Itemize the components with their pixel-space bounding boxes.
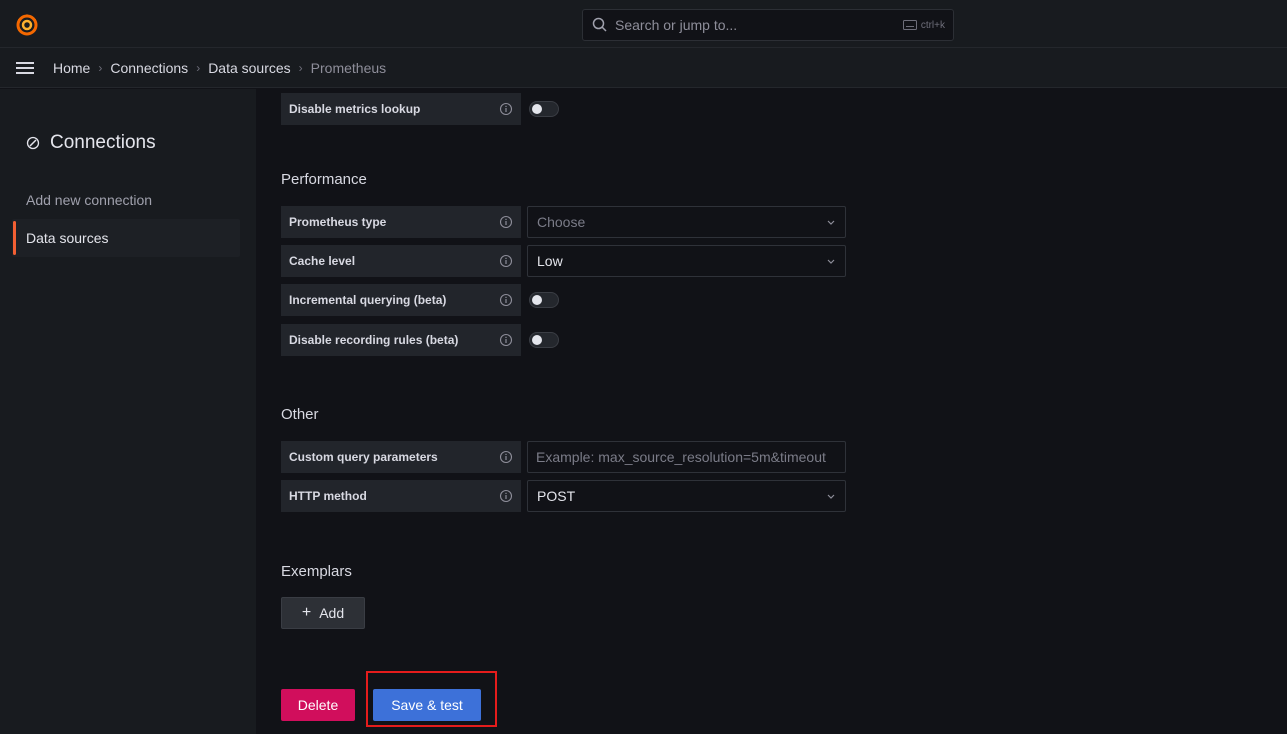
http-method-row: HTTP method POST [281, 480, 846, 512]
custom-query-parameters-row: Custom query parameters [281, 441, 846, 473]
sidebar-item-label: Add new connection [26, 192, 153, 208]
disable-recording-rules-row: Disable recording rules (beta) [281, 324, 559, 356]
field-label-text: Disable metrics lookup [289, 102, 421, 116]
disable-metrics-lookup-toggle[interactable] [529, 101, 559, 117]
field-label-text: Custom query parameters [289, 450, 438, 464]
chevron-down-icon [827, 494, 835, 499]
field-label: Disable recording rules (beta) [281, 324, 521, 356]
chevron-right-icon: › [196, 60, 201, 75]
top-bar: Search or jump to... ctrl+k [0, 0, 1287, 48]
disable-metrics-lookup-row: Disable metrics lookup [281, 93, 559, 125]
sidebar-title-text: Connections [50, 132, 156, 153]
prometheus-type-select[interactable]: Choose [527, 206, 846, 238]
search-icon [592, 17, 607, 32]
menu-icon[interactable] [14, 57, 36, 79]
grafana-logo-icon[interactable] [14, 11, 40, 37]
chevron-right-icon: › [98, 60, 103, 75]
search-placeholder: Search or jump to... [615, 17, 738, 33]
disable-recording-rules-toggle[interactable] [529, 332, 559, 348]
add-exemplar-button[interactable]: + Add [281, 597, 365, 629]
breadcrumb: Home › Connections › Data sources › Prom… [53, 60, 386, 76]
field-label: Custom query parameters [281, 441, 521, 473]
breadcrumb-connections[interactable]: Connections [110, 60, 188, 76]
custom-query-parameters-input[interactable] [527, 441, 846, 473]
section-title-exemplars: Exemplars [281, 563, 352, 580]
chevron-right-icon: › [298, 60, 303, 75]
sidebar-item-add-new-connection[interactable]: Add new connection [12, 181, 240, 219]
field-label-text: Cache level [289, 254, 356, 268]
prometheus-type-row: Prometheus type Choose [281, 206, 846, 238]
sidebar-item-label: Data sources [26, 230, 109, 246]
select-value: Low [537, 253, 563, 269]
info-icon[interactable] [499, 102, 513, 116]
select-value: Choose [537, 214, 586, 230]
add-button-label: Add [319, 605, 345, 621]
select-value: POST [537, 488, 576, 504]
breadcrumb-data-sources[interactable]: Data sources [208, 60, 290, 76]
field-label-text: Disable recording rules (beta) [289, 333, 459, 347]
field-label-text: HTTP method [289, 489, 367, 503]
field-label: Prometheus type [281, 206, 521, 238]
info-icon[interactable] [499, 215, 513, 229]
sidebar-title: Connections [26, 132, 156, 154]
breadcrumb-prometheus: Prometheus [310, 59, 387, 76]
field-label: HTTP method [281, 480, 521, 512]
field-label-text: Prometheus type [289, 215, 387, 229]
breadcrumb-bar: Home › Connections › Data sources › Prom… [0, 48, 1287, 88]
info-icon[interactable] [499, 254, 513, 268]
cache-level-row: Cache level Low [281, 245, 846, 277]
section-title-other: Other [281, 406, 319, 423]
info-icon[interactable] [499, 293, 513, 307]
info-icon[interactable] [499, 489, 513, 503]
delete-button[interactable]: Delete [281, 689, 355, 721]
field-label: Disable metrics lookup [281, 93, 521, 125]
plus-icon: + [301, 604, 312, 621]
info-icon[interactable] [499, 450, 513, 464]
chevron-down-icon [827, 220, 835, 225]
chevron-down-icon [827, 259, 835, 264]
search-bar[interactable]: Search or jump to... ctrl+k [582, 9, 954, 41]
field-label-text: Incremental querying (beta) [289, 293, 447, 307]
shortcut-text: ctrl+k [920, 19, 945, 31]
sidebar-item-data-sources[interactable]: Data sources [12, 219, 240, 257]
info-icon[interactable] [499, 333, 513, 347]
incremental-querying-row: Incremental querying (beta) [281, 284, 559, 316]
field-label: Cache level [281, 245, 521, 277]
search-shortcut: ctrl+k [902, 19, 945, 31]
connections-icon [26, 136, 40, 150]
sidebar: Connections Add new connection Data sour… [0, 89, 256, 734]
incremental-querying-toggle[interactable] [529, 292, 559, 308]
field-label: Incremental querying (beta) [281, 284, 521, 316]
http-method-select[interactable]: POST [527, 480, 846, 512]
breadcrumb-home[interactable]: Home [53, 60, 90, 76]
section-title-performance: Performance [281, 171, 367, 188]
keyboard-icon [902, 20, 917, 30]
cache-level-select[interactable]: Low [527, 245, 846, 277]
save-and-test-button[interactable]: Save & test [373, 689, 481, 721]
